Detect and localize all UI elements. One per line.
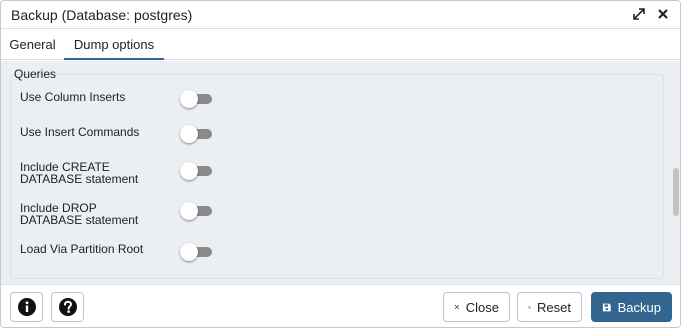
toggle-include-drop-database[interactable] <box>180 202 213 220</box>
close-x-icon <box>454 304 460 310</box>
help-button[interactable] <box>51 292 84 322</box>
dialog-footer: Close Reset Backup <box>1 284 680 327</box>
panel-scrollbar[interactable] <box>671 61 680 284</box>
toggle-knob <box>180 243 198 261</box>
option-label-load-via-partition-root: Load Via Partition Root <box>20 243 143 255</box>
toggle-knob <box>180 162 198 180</box>
backup-dialog: Backup (Database: postgres) General Dump… <box>0 0 681 328</box>
close-icon[interactable] <box>656 5 670 23</box>
dialog-title: Backup (Database: postgres) <box>11 7 193 23</box>
title-actions <box>632 5 670 23</box>
toggle-use-insert-commands[interactable] <box>180 125 213 143</box>
toggle-load-via-partition-root[interactable] <box>180 243 213 261</box>
close-button[interactable]: Close <box>443 292 510 322</box>
queries-legend: Queries <box>14 67 57 81</box>
option-label-line: DATABASE statement <box>20 213 139 227</box>
tab-dump-options[interactable]: Dump options <box>64 30 164 60</box>
toggle-include-create-database[interactable] <box>180 162 213 180</box>
dump-options-panel: Queries Use Column Inserts Use Insert Co… <box>1 61 680 284</box>
tab-general[interactable]: General <box>1 30 64 60</box>
help-question-icon <box>58 298 77 316</box>
toggle-knob <box>180 202 198 220</box>
option-label-line: Use Insert Commands <box>20 125 140 139</box>
option-label-line: DATABASE statement <box>20 172 139 186</box>
save-disk-icon <box>602 303 611 311</box>
toggle-use-column-inserts[interactable] <box>180 90 213 108</box>
option-label-line: Load Via Partition Root <box>20 242 144 256</box>
option-label-use-insert-commands: Use Insert Commands <box>20 126 139 138</box>
tab-bar: General Dump options <box>1 30 680 60</box>
maximize-icon[interactable] <box>632 5 646 23</box>
toggle-knob <box>180 125 198 143</box>
reset-icon <box>528 305 531 309</box>
info-button[interactable] <box>10 292 43 322</box>
close-button-label: Close <box>465 299 499 315</box>
info-icon <box>17 298 36 316</box>
toggle-knob <box>180 90 198 108</box>
option-label-line: Use Column Inserts <box>20 90 126 104</box>
option-label-include-create-database: Include CREATE DATABASE statement <box>20 161 138 185</box>
scrollbar-thumb[interactable] <box>673 168 679 216</box>
backup-button[interactable]: Backup <box>591 292 672 322</box>
reset-button[interactable]: Reset <box>517 292 582 322</box>
dialog-titlebar[interactable]: Backup (Database: postgres) <box>1 1 680 29</box>
reset-button-label: Reset <box>537 299 571 315</box>
option-label-include-drop-database: Include DROP DATABASE statement <box>20 202 138 226</box>
option-label-use-column-inserts: Use Column Inserts <box>20 91 125 103</box>
backup-button-label: Backup <box>617 299 661 315</box>
